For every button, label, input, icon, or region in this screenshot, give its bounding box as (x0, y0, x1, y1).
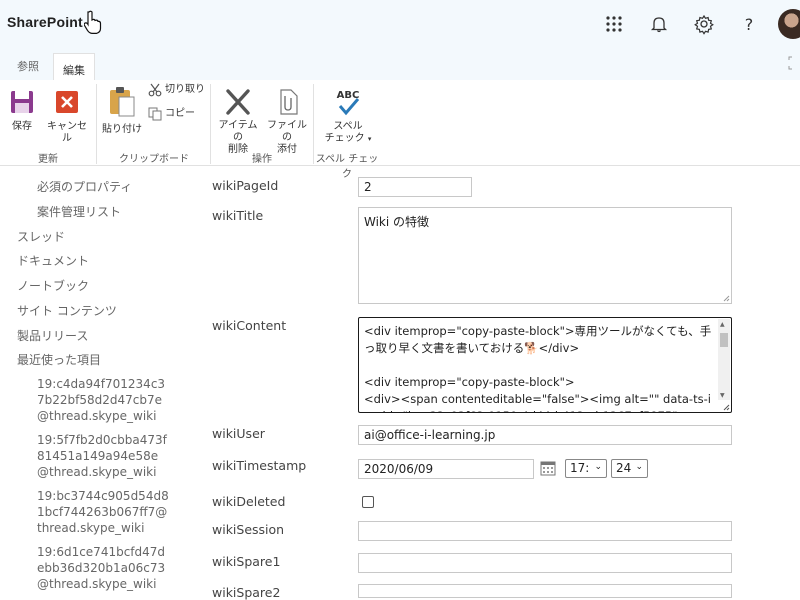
hour-select[interactable]: 17: ⌄ (565, 459, 607, 478)
copy-label: コピー (165, 108, 195, 119)
resize-grip-icon[interactable] (722, 403, 730, 411)
spare2-input[interactable] (358, 584, 732, 598)
help-icon[interactable]: ? (738, 13, 760, 35)
label-deleted: wikiDeleted (212, 494, 286, 509)
recent-item[interactable]: 19:c4da94f701234c3 7b22bf58d2d47cb7e @thre… (37, 376, 165, 424)
paste-button[interactable]: 貼り付け (100, 86, 144, 136)
content-scrollbar[interactable]: ▲ ▼ (718, 319, 730, 400)
nav-item-project-list[interactable]: 案件管理リスト (37, 203, 121, 220)
user-input[interactable]: ai@office-i-learning.jp (358, 425, 732, 445)
group-separator (210, 84, 211, 164)
date-input[interactable]: 2020/06/09 (358, 459, 534, 479)
nav-item-product-releases[interactable]: 製品リリース (17, 327, 88, 344)
delete-item-button[interactable]: アイテムの 削除 (214, 88, 262, 156)
title-text: Wiki の特徴 (364, 215, 430, 229)
page-id-input[interactable]: 2 (358, 177, 472, 197)
cut-label: 切り取り (165, 84, 205, 95)
label-user: wikiUser (212, 426, 265, 441)
nav-item-documents[interactable]: ドキュメント (17, 252, 89, 269)
scrollbar-thumb (720, 333, 728, 347)
tab-browse[interactable]: 参照 (17, 58, 39, 74)
attach-file-button[interactable]: ファイルの 添付 (263, 88, 311, 156)
nav-item-site-contents[interactable]: サイト コンテンツ (17, 302, 117, 319)
chevron-down-icon: ⌄ (594, 462, 602, 472)
session-input[interactable] (358, 521, 732, 541)
spelling-label-1: スペル (333, 121, 363, 132)
resize-grip-icon[interactable] (722, 294, 730, 302)
nav-item-required-properties[interactable]: 必須のプロパティ (37, 178, 132, 195)
recent-item[interactable]: 19:6d1ce741bcfd47d ebb36d320b1a06c73 @thre… (37, 544, 165, 592)
tab-edit[interactable]: 編集 (53, 53, 95, 82)
copy-button[interactable]: コピー (148, 107, 208, 121)
content-text: <div itemprop="copy-paste-block">専用ツールがな… (364, 324, 712, 412)
recent-item[interactable]: 19:bc3744c905d54d8 1bcf744263b067ff7@ thre… (37, 488, 169, 536)
group-separator (96, 84, 97, 164)
group-commit: 更新 (38, 154, 58, 165)
spelling-label-2: チェック ▾ (324, 133, 372, 144)
deleted-checkbox[interactable] (362, 496, 374, 508)
spare1-input[interactable] (358, 553, 732, 573)
ribbon: 保存 キャンセル 更新 貼り付け 切り取り コピー クリップボード アイテムの … (0, 80, 800, 180)
notifications-bell-icon[interactable] (648, 13, 670, 35)
save-label: 保存 (12, 121, 32, 132)
group-spelling: スペル チェック (315, 154, 379, 180)
cancel-label: キャンセル (47, 121, 87, 144)
nav-item-recent: 最近使った項目 (17, 353, 102, 367)
suite-bar: SharePoint ? (0, 0, 800, 46)
hand-cursor-icon (84, 10, 102, 34)
scroll-up-icon: ▲ (720, 321, 725, 328)
chevron-down-icon: ▾ (367, 135, 372, 143)
nav-item-notebook[interactable]: ノートブック (17, 277, 89, 294)
save-button[interactable]: 保存 (8, 90, 36, 133)
label-timestamp: wikiTimestamp (212, 458, 307, 473)
paperclip-file-icon (280, 89, 298, 115)
cancel-button[interactable]: キャンセル (44, 90, 90, 145)
svg-text:?: ? (745, 15, 754, 34)
title-textarea[interactable]: Wiki の特徴 (358, 207, 732, 304)
ribbon-tab-row: 参照 編集 (0, 46, 800, 82)
delete-x-icon (226, 89, 250, 115)
cancel-x-icon (56, 91, 78, 113)
user-avatar[interactable] (778, 9, 800, 39)
attach-file-label-1: ファイルの (267, 120, 307, 143)
paste-clipboard-icon (110, 87, 135, 117)
content-textarea[interactable]: <div itemprop="copy-paste-block">専用ツールがな… (358, 317, 732, 413)
nav-item-threads[interactable]: スレッド (17, 228, 65, 245)
focus-on-content-icon[interactable] (788, 56, 800, 70)
label-session: wikiSession (212, 522, 285, 537)
settings-gear-icon[interactable] (693, 13, 715, 35)
group-clipboard: クリップボード (119, 154, 189, 165)
spelling-check-icon: ABC (337, 90, 359, 116)
minute-select[interactable]: 24 ⌄ (611, 459, 648, 478)
calendar-icon[interactable] (540, 460, 556, 476)
delete-item-label-1: アイテムの (218, 120, 258, 143)
spelling-check-button[interactable]: ABC スペル チェック ▾ (322, 87, 374, 145)
recent-item[interactable]: 19:5f7fb2d0cbba473f 81451a149a94e58e @thre… (37, 432, 167, 480)
copy-icon (148, 107, 162, 121)
scissors-icon (148, 83, 162, 97)
app-launcher-icon[interactable] (603, 13, 625, 35)
chevron-down-icon: ⌄ (635, 462, 643, 472)
app-brand[interactable]: SharePoint (7, 14, 83, 30)
save-disk-icon (11, 91, 33, 113)
label-page-id: wikiPageId (212, 178, 279, 193)
label-spare1: wikiSpare1 (212, 554, 281, 569)
group-actions: 操作 (252, 154, 272, 165)
label-content: wikiContent (212, 318, 287, 333)
label-title: wikiTitle (212, 208, 264, 223)
paste-label: 貼り付け (102, 124, 142, 135)
cut-button[interactable]: 切り取り (148, 83, 208, 97)
scroll-down-icon: ▼ (720, 392, 725, 399)
